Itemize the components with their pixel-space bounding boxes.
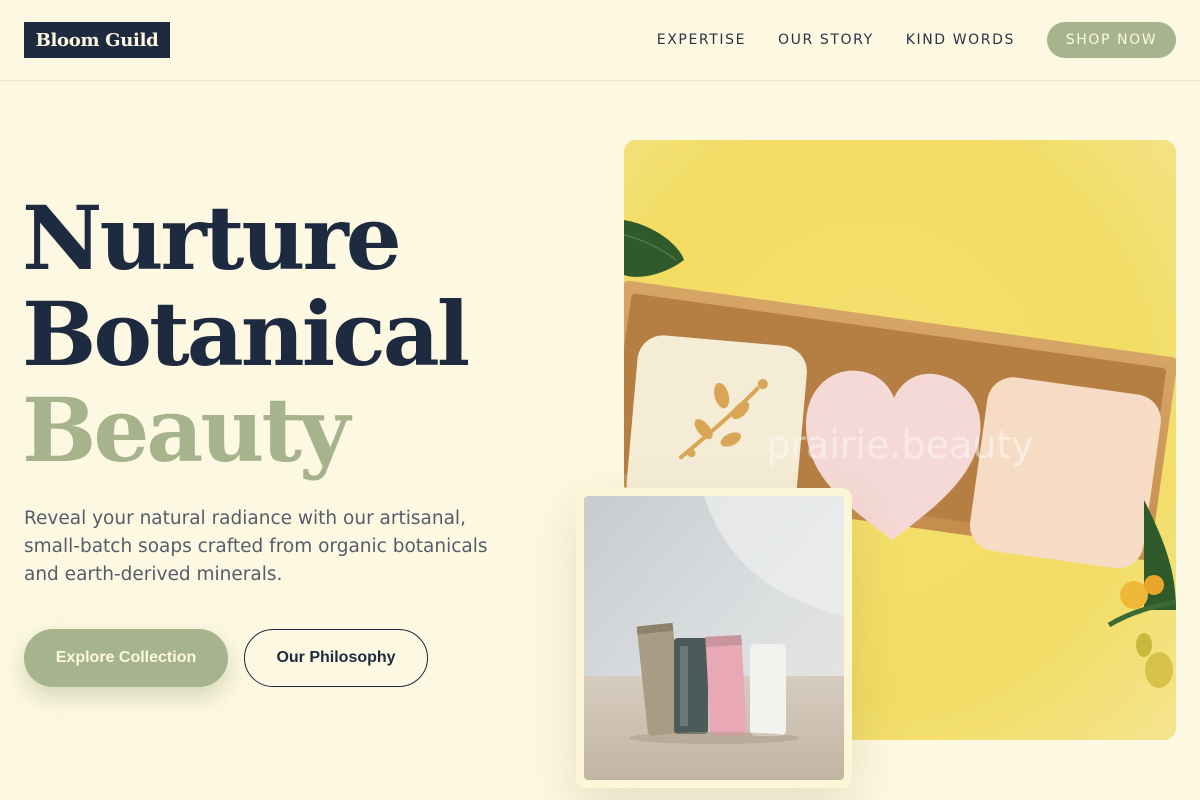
hero-inset-photo: [576, 488, 852, 788]
our-philosophy-button[interactable]: Our Philosophy: [244, 629, 428, 687]
hero-title-line-1: Nurture: [22, 186, 402, 290]
main-nav: EXPERTISE OUR STORY KIND WORDS SHOP NOW: [657, 22, 1176, 58]
site-header: Bloom Guild EXPERTISE OUR STORY KIND WOR…: [0, 0, 1200, 81]
explore-collection-button[interactable]: Explore Collection: [24, 629, 228, 687]
hero-title-line-3: Beauty: [22, 378, 350, 482]
hero-title-line-2: Botanical: [22, 282, 470, 386]
photo-watermark: prairie.beauty: [766, 423, 1033, 467]
nav-link-expertise[interactable]: EXPERTISE: [657, 32, 746, 48]
soap-stack-illustration: [584, 496, 844, 780]
brand-logo[interactable]: Bloom Guild: [24, 22, 170, 58]
nav-link-kind-words[interactable]: KIND WORDS: [906, 32, 1015, 48]
nav-link-our-story[interactable]: OUR STORY: [778, 32, 874, 48]
hero-title: Nurture Botanical Beauty: [22, 186, 470, 482]
shop-now-button[interactable]: SHOP NOW: [1047, 22, 1176, 58]
hero-description: Reveal your natural radiance with our ar…: [24, 508, 488, 585]
